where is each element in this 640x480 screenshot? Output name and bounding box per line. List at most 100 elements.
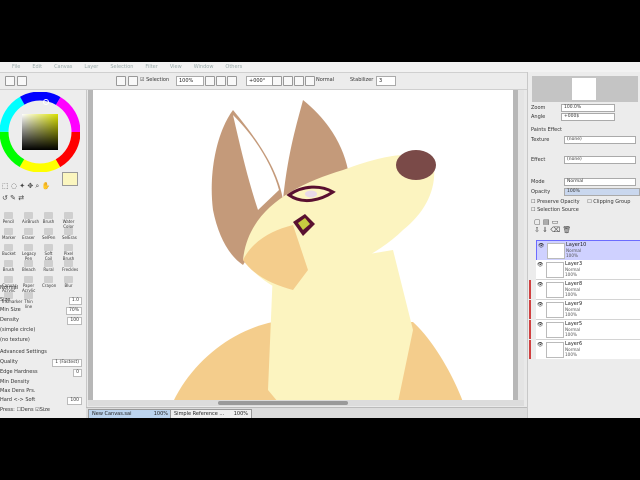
navigator-zoom-slider[interactable]: 100.0% xyxy=(561,104,615,112)
preserve-opacity-checkbox[interactable]: ☐ xyxy=(531,199,535,205)
rotate-right-button[interactable] xyxy=(283,76,293,86)
menu-file[interactable]: File xyxy=(12,64,20,70)
layer-row[interactable]: 👁 Layer10 Normal 100% xyxy=(536,240,640,261)
visibility-eye-icon[interactable]: 👁 xyxy=(537,322,543,328)
brush-freckles[interactable]: Freckles xyxy=(62,260,78,275)
advanced-settings-toggle[interactable]: Advanced Settings xyxy=(0,348,84,356)
current-color-swatch[interactable] xyxy=(62,172,78,186)
document-tab[interactable]: New Canvas.sai 100% xyxy=(88,409,172,418)
effect-select[interactable]: (none) xyxy=(564,156,636,164)
lasso-tool-icon[interactable]: ◌ xyxy=(11,182,17,190)
merge-down-icon[interactable]: ⇓ xyxy=(542,226,548,234)
zoom-reset-button[interactable] xyxy=(227,76,237,86)
layer-opacity-slider[interactable]: 100% xyxy=(564,188,640,196)
eyedropper-icon[interactable]: ✎ xyxy=(10,194,16,202)
clear-layer-icon[interactable]: ⌫ xyxy=(550,226,560,234)
new-folder-icon[interactable]: ▭ xyxy=(552,218,559,226)
visibility-eye-icon[interactable]: 👁 xyxy=(537,262,543,268)
brush-brush[interactable]: Brush xyxy=(2,260,15,275)
drawing-canvas[interactable] xyxy=(93,90,513,402)
move-tool-icon[interactable]: ✥ xyxy=(27,182,33,190)
brush-shape-select[interactable]: (simple circle) xyxy=(0,326,84,334)
min-density-slider[interactable]: Min Density xyxy=(0,378,84,386)
zoom-out-button[interactable] xyxy=(205,76,215,86)
selection-view-button[interactable] xyxy=(128,76,138,86)
max-density-pressure-slider[interactable]: Max Dens Prs. xyxy=(0,387,84,395)
paints-effect-header[interactable]: Paints Effect xyxy=(531,126,639,134)
invert-selection-button[interactable] xyxy=(17,76,27,86)
brush-texture-select[interactable]: (no texture) xyxy=(0,336,84,344)
new-group-icon[interactable]: ▤ xyxy=(543,218,550,226)
brush-seleras[interactable]: SelEras xyxy=(62,228,77,243)
visibility-eye-icon[interactable]: 👁 xyxy=(538,243,544,249)
rotate-reset-button[interactable] xyxy=(294,76,304,86)
rotation-select[interactable]: +000° xyxy=(246,76,274,86)
brush-soft-coil[interactable]: Soft Coil xyxy=(42,244,55,261)
menu-canvas[interactable]: Canvas xyxy=(54,64,72,70)
brush-pixel-brush[interactable]: Pixel Brush xyxy=(62,244,75,261)
brush-legacy-pen[interactable]: Legacy Pen xyxy=(22,244,36,261)
stabilizer-select[interactable]: 3 xyxy=(376,76,396,86)
document-tab[interactable]: Simple Reference ... 100% xyxy=(170,409,252,418)
quality-select[interactable]: Quality 1 (Fastest) xyxy=(0,358,84,367)
flip-button[interactable] xyxy=(305,76,315,86)
layer-row[interactable]: 👁 Layer9 Normal 100% xyxy=(529,300,640,320)
rotate-left-button[interactable] xyxy=(272,76,282,86)
transfer-down-icon[interactable]: ⇩ xyxy=(534,226,540,234)
blend-mode-select[interactable]: Normal xyxy=(0,284,84,292)
brush-marker[interactable]: Marker xyxy=(2,228,16,243)
selection-checkbox[interactable]: ☑ Selection xyxy=(140,76,169,85)
layer-mode-select[interactable]: Normal xyxy=(564,178,636,186)
visibility-eye-icon[interactable]: 👁 xyxy=(537,282,543,288)
navigator-preview[interactable] xyxy=(532,76,638,102)
brush-bucket[interactable]: Bucket xyxy=(2,244,16,259)
color-wheel[interactable] xyxy=(0,92,80,172)
param-value[interactable]: 100 xyxy=(67,397,82,405)
canvas-horizontal-scrollbar[interactable] xyxy=(88,400,524,406)
visibility-eye-icon[interactable]: 👁 xyxy=(537,342,543,348)
menu-layer[interactable]: Layer xyxy=(84,64,98,70)
brush-bleach[interactable]: Bleach xyxy=(22,260,36,275)
menu-selection[interactable]: Selection xyxy=(110,64,133,70)
visibility-eye-icon[interactable]: 👁 xyxy=(537,302,543,308)
brush-size-slider[interactable]: Size 1.0 xyxy=(0,296,84,305)
hard-soft-slider[interactable]: Hard <-> Soft 100 xyxy=(0,396,84,405)
brush-eraser[interactable]: Eraser xyxy=(22,228,35,243)
magic-wand-icon[interactable]: ✦ xyxy=(19,182,25,190)
scrollbar-thumb[interactable] xyxy=(218,401,348,405)
brush-water-color[interactable]: Water Color xyxy=(62,212,75,229)
delete-layer-icon[interactable]: 🗑 xyxy=(562,226,571,234)
layer-row[interactable]: 👁 Layer3 Normal 100% xyxy=(536,260,640,280)
new-layer-icon[interactable]: ▢ xyxy=(534,218,541,226)
zoom-tool-icon[interactable]: ⌕ xyxy=(35,182,39,190)
navigator-angle-slider[interactable]: +000$ xyxy=(561,113,615,121)
brush-pencil[interactable]: Pencil xyxy=(2,212,15,227)
swap-colors-icon[interactable]: ⇄ xyxy=(18,194,24,202)
brush-airbrush[interactable]: AirBrush xyxy=(22,212,39,227)
menu-edit[interactable]: Edit xyxy=(32,64,42,70)
deselect-button[interactable] xyxy=(5,76,15,86)
canvas-vertical-scrollbar[interactable] xyxy=(518,90,524,400)
select-tool-icon[interactable]: ⬚ xyxy=(2,182,9,190)
menu-filter[interactable]: Filter xyxy=(145,64,157,70)
menu-others[interactable]: Others xyxy=(225,64,242,70)
texture-select[interactable]: (none) xyxy=(564,136,636,144)
brush-selpen[interactable]: SelPen xyxy=(42,228,55,243)
clipping-group-checkbox[interactable]: ☐ xyxy=(587,199,591,205)
rotate-tool-icon[interactable]: ↺ xyxy=(2,194,8,202)
zoom-select[interactable]: 100% xyxy=(176,76,204,86)
brush-rural[interactable]: Rural xyxy=(42,260,55,275)
min-size-slider[interactable]: Min Size 70% xyxy=(0,306,84,315)
selection-source-checkbox[interactable]: ☐ xyxy=(531,207,535,213)
edge-hardness-slider[interactable]: Edge Hardness 0 xyxy=(0,368,84,377)
blend-mode-label[interactable]: Normal xyxy=(316,76,334,85)
layer-row[interactable]: 👁 Layer5 Normal 100% xyxy=(529,320,640,340)
param-value[interactable]: 1.0 xyxy=(68,297,82,305)
hide-selection-button[interactable] xyxy=(116,76,126,86)
brush-brush[interactable]: Brush xyxy=(42,212,55,227)
layer-row[interactable]: 👁 Layer8 Normal 100% xyxy=(529,280,640,300)
param-value[interactable]: 70% xyxy=(65,307,82,315)
param-value[interactable]: 1 (Fastest) xyxy=(52,359,82,367)
param-value[interactable]: 100 xyxy=(67,317,82,325)
layer-row[interactable]: 👁 Layer6 Normal 100% xyxy=(529,340,640,359)
